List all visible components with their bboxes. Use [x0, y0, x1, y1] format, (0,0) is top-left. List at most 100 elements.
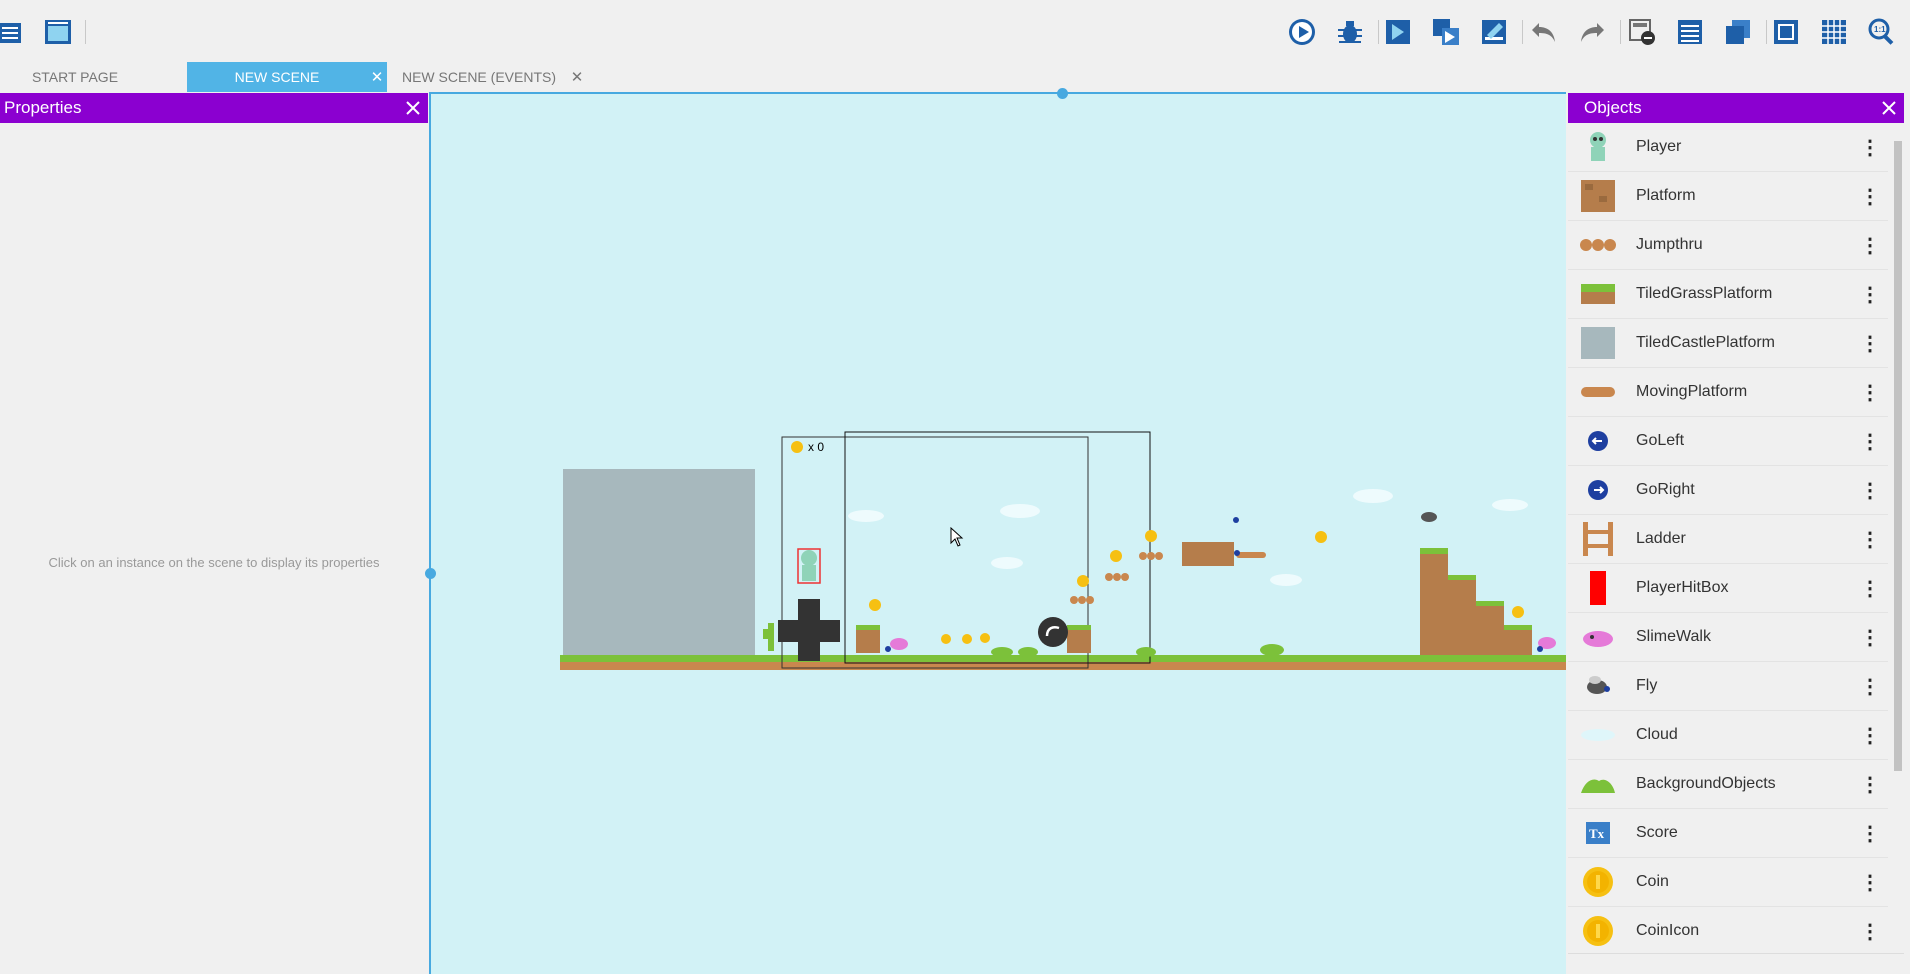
- more-vert-icon[interactable]: ⋮: [1852, 184, 1888, 209]
- player-instance[interactable]: [797, 548, 821, 584]
- more-vert-icon[interactable]: ⋮: [1852, 625, 1888, 650]
- object-item-player[interactable]: Player ⋮: [1568, 123, 1888, 172]
- objects-list: Player ⋮ Platform ⋮ Jumpthru ⋮ TiledGrassPlatf…: [1568, 123, 1888, 956]
- close-icon[interactable]: [398, 93, 428, 123]
- fly-instance[interactable]: [1421, 512, 1437, 522]
- object-name: PlayerHitBox: [1636, 579, 1729, 596]
- debugger-bug-icon[interactable]: [1334, 16, 1366, 48]
- scrollbar-thumb[interactable]: [1894, 141, 1902, 771]
- properties-header: Properties: [0, 93, 428, 123]
- more-vert-icon[interactable]: ⋮: [1852, 919, 1888, 944]
- object-name: TiledGrassPlatform: [1636, 285, 1773, 302]
- object-item-slimewalk[interactable]: SlimeWalk ⋮: [1568, 613, 1888, 662]
- redo-icon[interactable]: [1576, 16, 1608, 48]
- score-text[interactable]: x 0: [808, 440, 824, 454]
- resize-handle-top[interactable]: [1057, 88, 1068, 99]
- properties-editor-icon[interactable]: [1478, 16, 1510, 48]
- more-vert-icon[interactable]: ⋮: [1852, 576, 1888, 601]
- object-item-tiledcastleplatform[interactable]: TiledCastlePlatform ⋮: [1568, 319, 1888, 368]
- object-name: Fly: [1636, 677, 1658, 694]
- object-item-goleft[interactable]: GoLeft ⋮: [1568, 417, 1888, 466]
- more-vert-icon[interactable]: ⋮: [1852, 233, 1888, 258]
- text-object-icon: Tx: [1568, 809, 1628, 857]
- object-name: Cloud: [1636, 726, 1678, 743]
- panel-title: Objects: [1584, 98, 1642, 117]
- go-left-icon: [1568, 417, 1628, 465]
- zoom-reset-icon[interactable]: 1:1: [1866, 16, 1898, 48]
- objects-editor-icon[interactable]: [1382, 16, 1414, 48]
- panel-title: Properties: [4, 98, 82, 117]
- close-icon[interactable]: [1874, 93, 1904, 123]
- brick-tower[interactable]: [1420, 548, 1532, 655]
- close-icon[interactable]: ✕: [567, 68, 587, 86]
- layers-icon[interactable]: [1722, 16, 1754, 48]
- dpad-control[interactable]: [778, 599, 840, 661]
- objects-search-bar[interactable]: [1568, 953, 1904, 974]
- more-vert-icon[interactable]: ⋮: [1852, 527, 1888, 552]
- more-vert-icon[interactable]: ⋮: [1852, 723, 1888, 748]
- object-groups-icon[interactable]: [1430, 16, 1462, 48]
- more-vert-icon[interactable]: ⋮: [1852, 772, 1888, 797]
- instances-list-icon[interactable]: [1674, 16, 1706, 48]
- object-item-tiledgrassplatform[interactable]: TiledGrassPlatform ⋮: [1568, 270, 1888, 319]
- more-vert-icon[interactable]: ⋮: [1852, 674, 1888, 699]
- object-item-fly[interactable]: Fly ⋮: [1568, 662, 1888, 711]
- tab-bar: START PAGE NEW SCENE ✕ NEW SCENE (EVENTS…: [0, 62, 1910, 92]
- object-name: Ladder: [1636, 530, 1686, 547]
- delete-instance-icon[interactable]: [1626, 16, 1658, 48]
- properties-empty-message: Click on an instance on the scene to dis…: [48, 555, 380, 570]
- moving-platform-icon: [1568, 368, 1628, 416]
- castle-platform[interactable]: [563, 469, 755, 657]
- bush-icon: [1568, 760, 1628, 808]
- scene-canvas[interactable]: x 0: [430, 93, 1566, 974]
- object-name: Player: [1636, 138, 1682, 155]
- object-item-jumpthru[interactable]: Jumpthru ⋮: [1568, 221, 1888, 270]
- grass-ground[interactable]: [560, 655, 1566, 662]
- more-vert-icon[interactable]: ⋮: [1852, 282, 1888, 307]
- grid-icon[interactable]: [1818, 16, 1850, 48]
- tab-new-scene-events[interactable]: NEW SCENE (EVENTS) ✕: [391, 62, 587, 92]
- coin-icon-instance[interactable]: [791, 441, 803, 453]
- object-item-platform[interactable]: Platform ⋮: [1568, 172, 1888, 221]
- object-item-goright[interactable]: GoRight ⋮: [1568, 466, 1888, 515]
- tab-new-scene[interactable]: NEW SCENE ✕: [187, 62, 387, 92]
- slime-icon: [1568, 613, 1628, 661]
- more-vert-icon[interactable]: ⋮: [1852, 478, 1888, 503]
- preview-play-icon[interactable]: [1286, 16, 1318, 48]
- object-item-cloud[interactable]: Cloud ⋮: [1568, 711, 1888, 760]
- object-name: Score: [1636, 824, 1678, 841]
- window-mask-icon[interactable]: [1770, 16, 1802, 48]
- object-item-score[interactable]: Tx Score ⋮: [1568, 809, 1888, 858]
- more-vert-icon[interactable]: ⋮: [1852, 870, 1888, 895]
- more-vert-icon[interactable]: ⋮: [1852, 821, 1888, 846]
- coin-icon: [1568, 907, 1628, 955]
- tab-start-page[interactable]: START PAGE: [0, 62, 150, 92]
- more-vert-icon[interactable]: ⋮: [1852, 135, 1888, 160]
- more-vert-icon[interactable]: ⋮: [1852, 429, 1888, 454]
- more-vert-icon[interactable]: ⋮: [1852, 380, 1888, 405]
- object-name: SlimeWalk: [1636, 628, 1711, 645]
- tab-label: NEW SCENE: [234, 69, 320, 85]
- resize-handle-left[interactable]: [425, 568, 436, 579]
- project-manager-icon[interactable]: [0, 16, 28, 48]
- undo-icon[interactable]: [1528, 16, 1560, 48]
- jump-button-icon[interactable]: [1038, 617, 1068, 647]
- object-item-movingplatform[interactable]: MovingPlatform ⋮: [1568, 368, 1888, 417]
- moving-platform-instance[interactable]: [1236, 552, 1266, 558]
- object-item-backgroundobjects[interactable]: BackgroundObjects ⋮: [1568, 760, 1888, 809]
- object-item-coin[interactable]: Coin ⋮: [1568, 858, 1888, 907]
- scene-editor-icon[interactable]: [42, 16, 74, 48]
- ladder-icon: [1568, 515, 1628, 563]
- camera-frame: [844, 431, 1151, 664]
- more-vert-icon[interactable]: ⋮: [1852, 331, 1888, 356]
- close-icon[interactable]: ✕: [367, 68, 387, 86]
- object-item-coinicon[interactable]: CoinIcon ⋮: [1568, 907, 1888, 956]
- slime-instance[interactable]: [890, 638, 908, 650]
- castle-platform-icon: [1568, 319, 1628, 367]
- grass-platform-icon: [1568, 270, 1628, 318]
- object-item-playerhitbox[interactable]: PlayerHitBox ⋮: [1568, 564, 1888, 613]
- objects-scrollbar[interactable]: [1892, 137, 1904, 927]
- tab-label: START PAGE: [31, 69, 119, 85]
- object-item-ladder[interactable]: Ladder ⋮: [1568, 515, 1888, 564]
- scene-border: [429, 92, 1566, 94]
